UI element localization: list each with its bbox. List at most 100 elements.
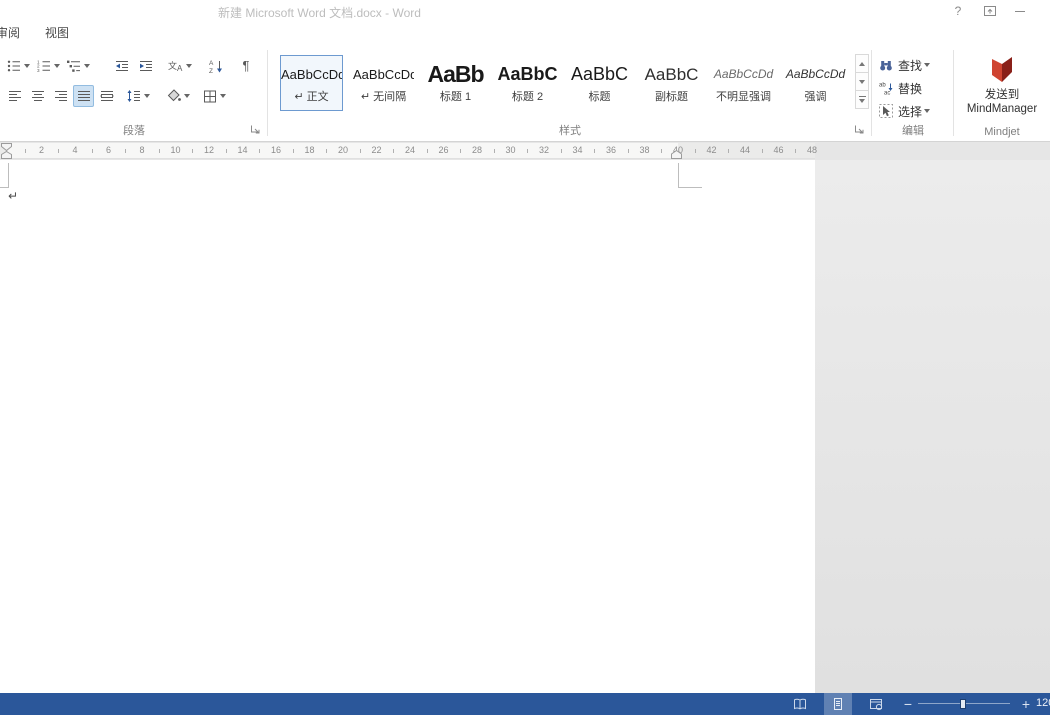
first-line-indent-marker[interactable] <box>1 143 12 151</box>
sort-button[interactable]: AZ <box>206 55 226 77</box>
ruler-number: 10 <box>170 145 180 155</box>
chevron-down-icon <box>24 64 30 68</box>
ribbon-display-options-icon <box>983 4 997 18</box>
find-label: 查找 <box>898 57 922 74</box>
ruler-tick <box>527 149 528 153</box>
ribbon-tab-row: 审阅 视图 <box>0 22 1050 45</box>
style-preview: AaBb <box>425 56 486 90</box>
style-card[interactable]: AaBbCcDd↵ 无间隔 <box>352 55 415 111</box>
ruler-tick <box>762 149 763 153</box>
ruler-tick <box>58 149 59 153</box>
ruler-number: 20 <box>338 145 348 155</box>
ribbon-display-options-button[interactable] <box>976 0 1004 22</box>
distribute-button[interactable] <box>96 85 117 107</box>
minimize-button[interactable] <box>1006 0 1034 22</box>
ruler-tick <box>192 149 193 153</box>
zoom-out-button[interactable]: − <box>894 693 922 715</box>
shading-bucket-icon <box>166 88 182 104</box>
help-button[interactable]: ? <box>944 0 972 22</box>
ruler-number: 32 <box>539 145 549 155</box>
decrease-indent-button[interactable] <box>112 55 132 77</box>
ruler-number: 42 <box>706 145 716 155</box>
style-card[interactable]: AaBbC标题 <box>568 55 631 111</box>
style-preview: AaBbCcDd <box>353 56 414 90</box>
ruler-tick <box>728 149 729 153</box>
read-mode-icon <box>792 696 808 712</box>
more-bar-icon <box>859 96 866 97</box>
line-spacing-button[interactable] <box>124 85 152 107</box>
web-layout-button[interactable] <box>862 693 890 715</box>
numbering-button[interactable]: 123 <box>34 55 61 77</box>
zoom-level[interactable]: 120% <box>1036 697 1050 709</box>
ruler-number: 44 <box>740 145 750 155</box>
justify-button[interactable] <box>73 85 94 107</box>
ruler-tick <box>226 149 227 153</box>
gallery-more-button[interactable] <box>855 90 869 109</box>
style-card[interactable]: AaBbCcDd不明显强调 <box>712 55 775 111</box>
ruler[interactable]: 2468101214161820222426283032343638404244… <box>0 141 1050 160</box>
tab-review[interactable]: 审阅 <box>0 22 28 45</box>
style-card[interactable]: AaBbC副标题 <box>640 55 703 111</box>
find-button[interactable]: 查找 <box>878 55 930 75</box>
ruler-number: 12 <box>204 145 214 155</box>
editing-group-label: 编辑 <box>872 122 954 138</box>
justify-icon <box>76 88 92 104</box>
distribute-icon <box>99 88 115 104</box>
send-to-mindmanager-button[interactable]: 发送到 MindManager <box>962 53 1042 129</box>
styles-dialog-launcher[interactable] <box>853 123 866 136</box>
ruler-tick <box>695 149 696 153</box>
sort-icon: AZ <box>208 58 224 74</box>
print-layout-button[interactable] <box>824 693 852 715</box>
decrease-indent-icon <box>114 58 130 74</box>
chevron-down-icon <box>220 94 226 98</box>
borders-button[interactable] <box>198 85 230 107</box>
right-indent-marker[interactable] <box>671 150 682 159</box>
style-label: 标题 <box>569 90 630 104</box>
show-hide-marks-button[interactable]: ¶ <box>236 55 256 77</box>
line-spacing-icon <box>126 88 142 104</box>
page[interactable]: ↵ <box>0 160 815 693</box>
web-layout-icon <box>868 696 884 712</box>
document-area: ↵ <box>0 160 1050 693</box>
text-boundary-corner-mark <box>678 187 702 188</box>
select-button[interactable]: 选择 <box>878 101 930 121</box>
style-card[interactable]: AaBbCcDd↵ 正文 <box>280 55 343 111</box>
chevron-down-icon <box>54 64 60 68</box>
align-left-icon <box>7 88 23 104</box>
paragraph-dialog-launcher[interactable] <box>249 123 262 136</box>
window-title: 新建 Microsoft Word 文档.docx - Word <box>218 4 421 21</box>
ruler-tick <box>460 149 461 153</box>
paragraph-group: 123 文A AZ ¶ <box>0 45 268 141</box>
ruler-number: 14 <box>237 145 247 155</box>
gallery-scroll-up-button[interactable] <box>855 54 869 73</box>
align-center-button[interactable] <box>27 85 48 107</box>
svg-text:ab: ab <box>879 83 886 89</box>
hanging-indent-marker[interactable] <box>1 151 12 159</box>
read-mode-button[interactable] <box>786 693 814 715</box>
multilevel-list-button[interactable] <box>64 55 91 77</box>
tab-view[interactable]: 视图 <box>37 22 77 45</box>
style-card[interactable]: AaBb标题 1 <box>424 55 487 111</box>
status-bar: − + 120% <box>0 693 1050 715</box>
replace-button[interactable]: abac 替换 <box>878 78 922 98</box>
zoom-slider-thumb[interactable] <box>960 699 966 709</box>
ruler-tick <box>628 149 629 153</box>
align-right-button[interactable] <box>50 85 71 107</box>
paragraph-group-label: 段落 <box>0 122 268 138</box>
replace-icon: abac <box>878 80 894 96</box>
increase-indent-button[interactable] <box>136 55 156 77</box>
shading-button[interactable] <box>162 85 194 107</box>
ruler-number: 38 <box>639 145 649 155</box>
align-left-button[interactable] <box>4 85 25 107</box>
ruler-tick <box>594 149 595 153</box>
ruler-number: 48 <box>807 145 817 155</box>
ruler-number: 16 <box>271 145 281 155</box>
style-card[interactable]: AaBbC标题 2 <box>496 55 559 111</box>
asian-layout-button[interactable]: 文A <box>164 55 196 77</box>
bullets-button[interactable] <box>4 55 31 77</box>
style-preview: AaBbCcDd <box>281 56 342 90</box>
style-gallery-scrollbar <box>855 55 869 109</box>
style-card[interactable]: AaBbCcDd强调 <box>784 55 847 111</box>
gallery-scroll-down-button[interactable] <box>855 72 869 91</box>
ruler-number: 2 <box>39 145 44 155</box>
